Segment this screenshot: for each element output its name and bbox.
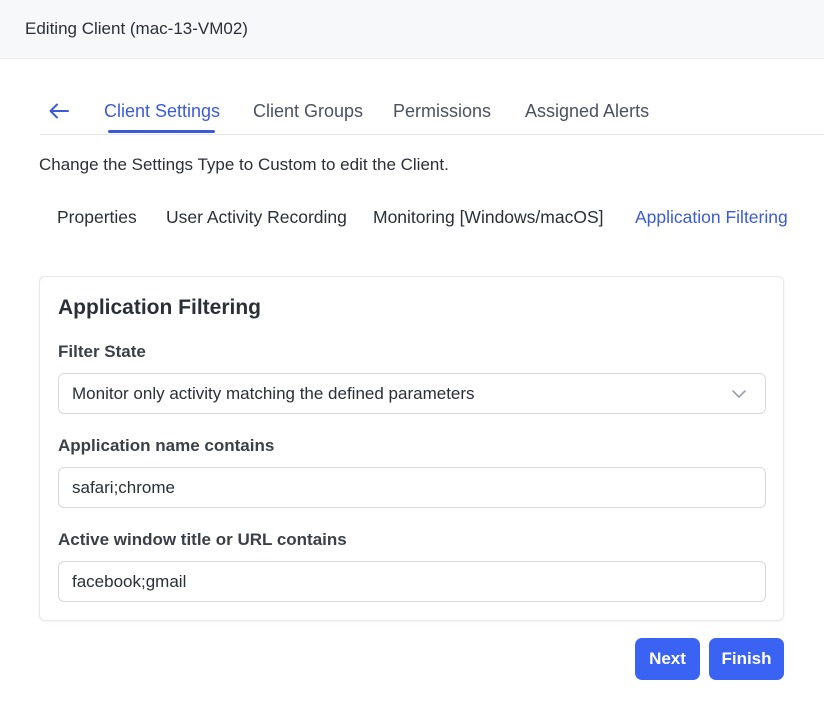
app-name-label: Application name contains bbox=[58, 436, 275, 455]
card-title: Application Filtering bbox=[58, 296, 261, 319]
subtab-properties[interactable]: Properties bbox=[57, 207, 137, 228]
tab-client-groups[interactable]: Client Groups bbox=[253, 101, 363, 122]
chevron-down-icon bbox=[732, 390, 746, 398]
active-tab-indicator bbox=[108, 130, 215, 133]
window-title: Editing Client (mac-13-VM02) bbox=[25, 19, 248, 38]
tab-permissions[interactable]: Permissions bbox=[393, 101, 491, 122]
tabs-divider bbox=[40, 134, 824, 135]
application-filtering-card: Application Filtering Filter State Monit… bbox=[39, 276, 784, 621]
title-bar: Editing Client (mac-13-VM02) bbox=[0, 0, 824, 59]
arrow-left-icon[interactable] bbox=[48, 100, 70, 122]
finish-button[interactable]: Finish bbox=[709, 638, 784, 680]
subtab-user-activity-recording[interactable]: User Activity Recording bbox=[166, 207, 347, 228]
settings-notice: Change the Settings Type to Custom to ed… bbox=[39, 155, 449, 174]
window-title-label: Active window title or URL contains bbox=[58, 530, 347, 549]
subtab-monitoring[interactable]: Monitoring [Windows/macOS] bbox=[373, 207, 604, 228]
subtab-application-filtering[interactable]: Application Filtering bbox=[635, 207, 788, 228]
next-button[interactable]: Next bbox=[635, 638, 700, 680]
filter-state-value: Monitor only activity matching the defin… bbox=[72, 384, 475, 403]
app-name-input[interactable] bbox=[58, 467, 766, 508]
tab-client-settings[interactable]: Client Settings bbox=[104, 101, 220, 122]
filter-state-select[interactable]: Monitor only activity matching the defin… bbox=[58, 373, 766, 414]
window-title-input[interactable] bbox=[58, 561, 766, 602]
filter-state-label: Filter State bbox=[58, 342, 146, 361]
tab-assigned-alerts[interactable]: Assigned Alerts bbox=[525, 101, 649, 122]
